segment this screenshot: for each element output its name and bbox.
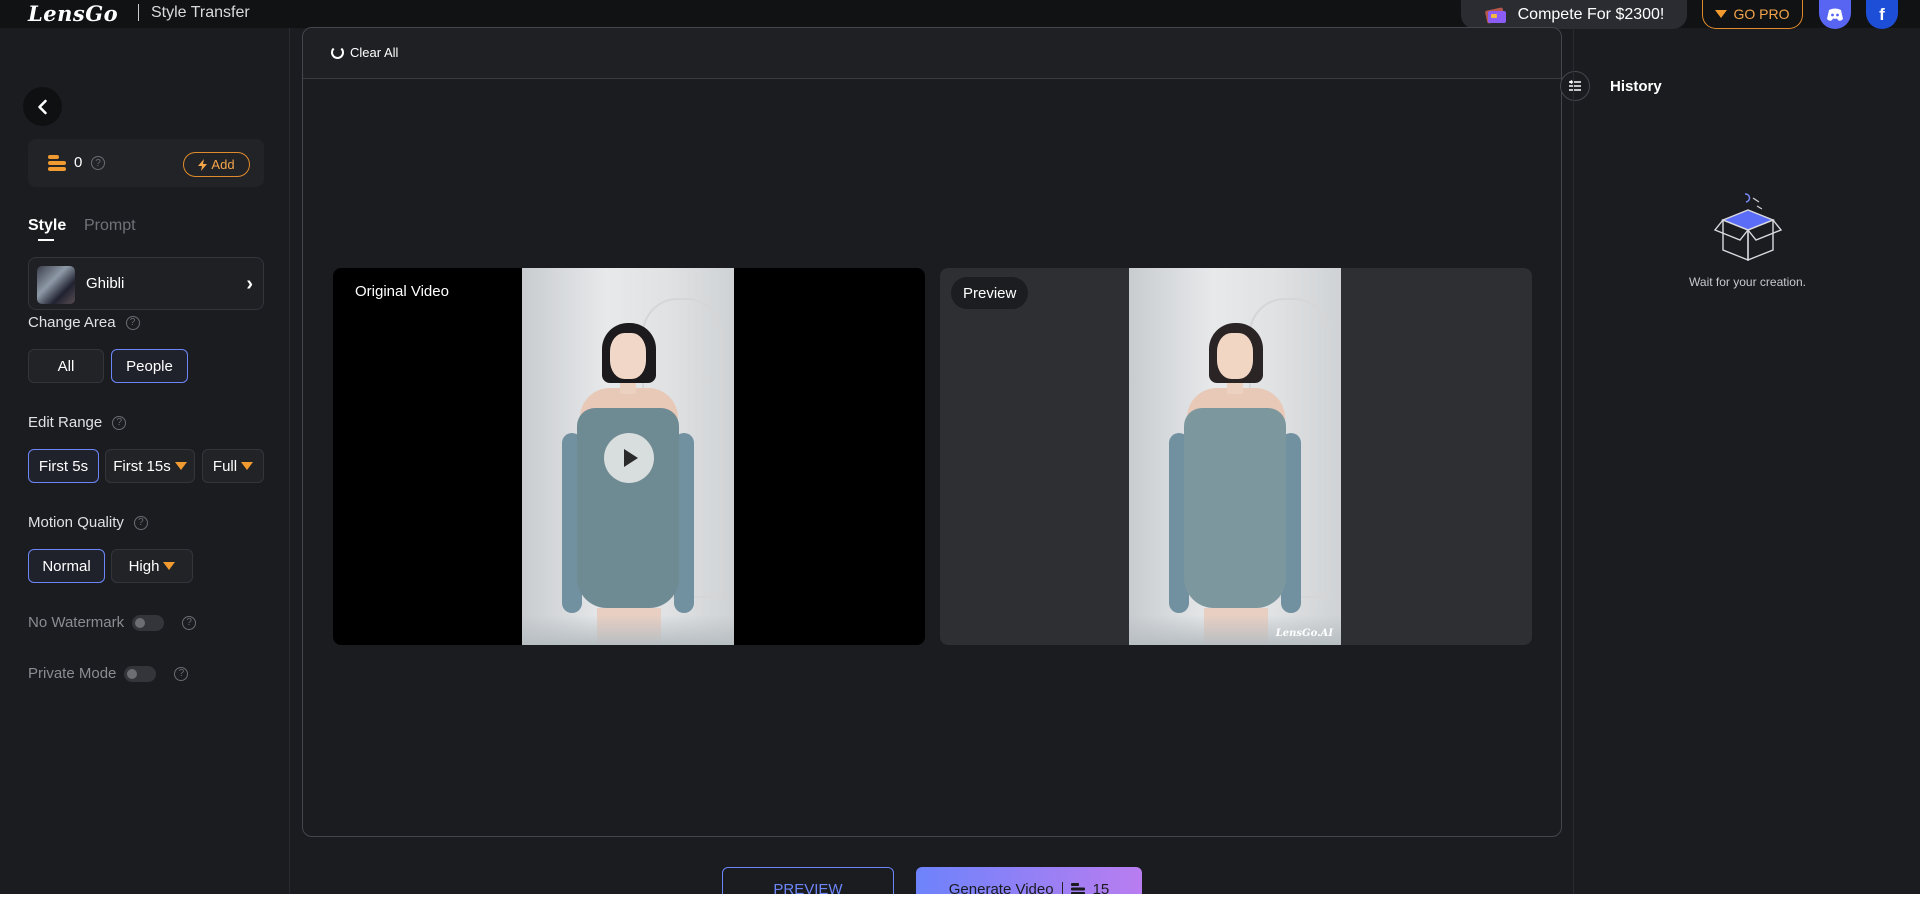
private-mode-label: Private Mode bbox=[28, 665, 117, 682]
option-label: Normal bbox=[42, 557, 91, 575]
settings-sidebar: 0 ? Add Style Prompt Ghibli › Change Are… bbox=[0, 28, 290, 911]
discord-icon[interactable] bbox=[1819, 0, 1851, 29]
workspace-toolbar: Clear All bbox=[303, 28, 1561, 79]
go-pro-button[interactable]: GO PRO bbox=[1702, 0, 1803, 29]
lensgo-watermark: LensGo.AI bbox=[1275, 628, 1333, 639]
edit-range-full-button[interactable]: Full bbox=[202, 449, 264, 483]
compete-button[interactable]: Compete For $2300! bbox=[1461, 0, 1687, 29]
clear-all-label: Clear All bbox=[350, 45, 399, 60]
facebook-letter: f bbox=[1879, 4, 1885, 24]
coins-icon bbox=[48, 155, 66, 171]
diamond-icon bbox=[174, 462, 187, 470]
style-thumbnail bbox=[37, 266, 75, 304]
change-area-section: Change Area ? bbox=[28, 314, 140, 331]
refresh-icon bbox=[331, 46, 344, 59]
motion-quality-label: Motion Quality bbox=[28, 514, 124, 531]
history-empty-text: Wait for your creation. bbox=[1689, 275, 1806, 289]
empty-box-icon bbox=[1713, 193, 1783, 262]
back-button[interactable] bbox=[23, 87, 62, 126]
private-mode-row: Private Mode ? bbox=[28, 665, 189, 682]
no-watermark-label: No Watermark bbox=[28, 614, 125, 631]
help-icon[interactable]: ? bbox=[125, 315, 140, 330]
play-icon bbox=[624, 449, 638, 467]
private-mode-toggle[interactable] bbox=[124, 665, 157, 682]
style-name: Ghibli bbox=[86, 275, 125, 292]
help-icon[interactable]: ? bbox=[112, 415, 127, 430]
facebook-icon[interactable]: f bbox=[1866, 0, 1898, 29]
no-watermark-row: No Watermark ? bbox=[28, 614, 197, 631]
option-label: High bbox=[128, 557, 160, 575]
edit-range-section: Edit Range ? bbox=[28, 414, 127, 431]
preview-video-frame: LensGo.AI bbox=[1129, 268, 1341, 645]
original-video-card[interactable]: Original Video bbox=[333, 268, 925, 645]
logo-divider bbox=[138, 4, 139, 21]
back-arrow-icon bbox=[37, 99, 47, 114]
help-icon[interactable]: ? bbox=[174, 666, 189, 681]
page-title: Style Transfer bbox=[151, 4, 250, 21]
diamond-icon bbox=[241, 462, 254, 470]
history-title: History bbox=[1610, 78, 1662, 95]
add-credits-label: Add bbox=[211, 157, 235, 172]
bottom-strip bbox=[0, 894, 1920, 911]
history-panel: History Wait for your creation. bbox=[1573, 28, 1920, 911]
option-label: First 15s bbox=[113, 457, 171, 475]
original-video-frame bbox=[522, 268, 734, 645]
clear-all-button[interactable]: Clear All bbox=[331, 45, 398, 60]
tab-prompt[interactable]: Prompt bbox=[84, 217, 136, 235]
add-credits-button[interactable]: Add bbox=[183, 152, 250, 177]
preview-label: Preview bbox=[951, 277, 1029, 309]
motion-quality-normal-button[interactable]: Normal bbox=[28, 549, 105, 583]
top-bar: LensGo Style Transfer Compete For $2300!… bbox=[0, 0, 1920, 29]
edit-range-first-5s-button[interactable]: First 5s bbox=[28, 449, 99, 483]
motion-quality-section: Motion Quality ? bbox=[28, 514, 148, 531]
preview-video-card[interactable]: LensGo.AI Preview bbox=[940, 268, 1532, 645]
chevron-right-icon: › bbox=[246, 273, 253, 295]
diamond-icon bbox=[1715, 10, 1728, 18]
no-watermark-toggle[interactable] bbox=[132, 614, 165, 631]
option-label: First 5s bbox=[38, 457, 89, 475]
credits-box: 0 ? Add bbox=[28, 139, 264, 187]
change-area-label: Change Area bbox=[28, 314, 116, 331]
help-icon[interactable]: ? bbox=[91, 156, 105, 170]
option-label: People bbox=[126, 357, 173, 375]
main-workspace: Clear All Original Video LensGo.AI Previ… bbox=[302, 27, 1562, 837]
option-label: All bbox=[57, 357, 75, 375]
compete-label: Compete For $2300! bbox=[1517, 5, 1665, 23]
edit-range-first-15s-button[interactable]: First 15s bbox=[105, 449, 195, 483]
play-button[interactable] bbox=[604, 433, 654, 483]
go-pro-label: GO PRO bbox=[1733, 6, 1790, 22]
tab-style[interactable]: Style bbox=[28, 217, 66, 241]
diamond-icon bbox=[163, 562, 176, 570]
lensgo-logo[interactable]: LensGo bbox=[28, 1, 118, 26]
change-area-people-button[interactable]: People bbox=[111, 349, 188, 383]
help-icon[interactable]: ? bbox=[182, 615, 197, 630]
lightning-icon bbox=[198, 158, 208, 171]
option-label: Full bbox=[212, 457, 238, 475]
motion-quality-high-button[interactable]: High bbox=[111, 549, 193, 583]
credits-count: 0 bbox=[74, 154, 83, 171]
help-icon[interactable]: ? bbox=[133, 515, 148, 530]
ticket-icon bbox=[1484, 6, 1506, 24]
original-video-label: Original Video bbox=[355, 283, 449, 300]
style-selector[interactable]: Ghibli › bbox=[28, 257, 264, 310]
edit-range-label: Edit Range bbox=[28, 414, 103, 431]
change-area-all-button[interactable]: All bbox=[28, 349, 104, 383]
